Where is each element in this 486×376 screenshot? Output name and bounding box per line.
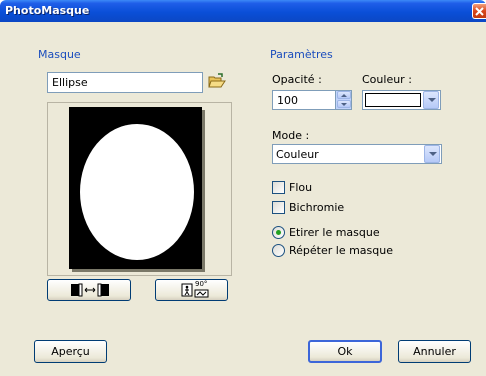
title-bar: PhotoMasque — [0, 0, 486, 22]
radio-selected-dot — [276, 230, 281, 235]
open-folder-icon[interactable] — [208, 73, 226, 91]
opacity-label: Opacité : — [272, 73, 322, 86]
flou-label: Flou — [289, 181, 313, 194]
dialog-body: Masque Ellipse 90° Paramètres Opacité: … — [0, 22, 486, 376]
chevron-down-icon — [429, 152, 437, 156]
stretch-label: Etirer le masque — [289, 226, 380, 239]
chevron-down-icon — [428, 98, 436, 102]
ellipse-shape — [80, 124, 194, 260]
repeat-radio[interactable] — [272, 244, 285, 257]
color-swatch — [365, 93, 421, 107]
bichromie-checkbox[interactable] — [272, 201, 285, 214]
close-icon — [475, 7, 484, 16]
opacity-spinner[interactable] — [335, 91, 351, 109]
stretch-radio[interactable] — [272, 226, 285, 239]
color-label: Couleur : — [362, 73, 412, 86]
mode-label: Mode : — [272, 129, 310, 142]
shape-name-field[interactable]: Ellipse — [47, 72, 203, 93]
window-title: PhotoMasque — [5, 4, 90, 17]
bichromie-label: Bichromie — [289, 201, 345, 214]
cancel-button[interactable]: Annuler — [398, 340, 471, 363]
preview-button-label: Aperçu — [51, 345, 90, 358]
cancel-button-label: Annuler — [413, 345, 456, 358]
mask-preview — [69, 107, 202, 269]
mode-select[interactable]: Couleur — [272, 144, 442, 164]
ok-button[interactable]: Ok — [308, 340, 382, 363]
parametres-section-label: Paramètres — [270, 48, 333, 61]
flou-checkbox[interactable] — [272, 181, 285, 194]
close-button[interactable] — [472, 3, 486, 19]
rotate-90-button[interactable]: 90° — [155, 279, 228, 301]
flip-horizontal-button[interactable] — [47, 279, 131, 301]
rotate-badge: 90° — [195, 280, 208, 288]
mode-dropdown-button[interactable] — [424, 145, 440, 163]
masque-section-label: Masque — [38, 48, 81, 61]
preview-button[interactable]: Aperçu — [34, 340, 107, 363]
color-dropdown-button[interactable] — [423, 91, 439, 109]
flip-horizontal-icon — [71, 283, 109, 297]
spin-down-button[interactable] — [337, 100, 351, 108]
ok-button-label: Ok — [337, 345, 353, 358]
spin-up-button[interactable] — [337, 91, 351, 99]
repeat-label: Répéter le masque — [289, 244, 393, 257]
